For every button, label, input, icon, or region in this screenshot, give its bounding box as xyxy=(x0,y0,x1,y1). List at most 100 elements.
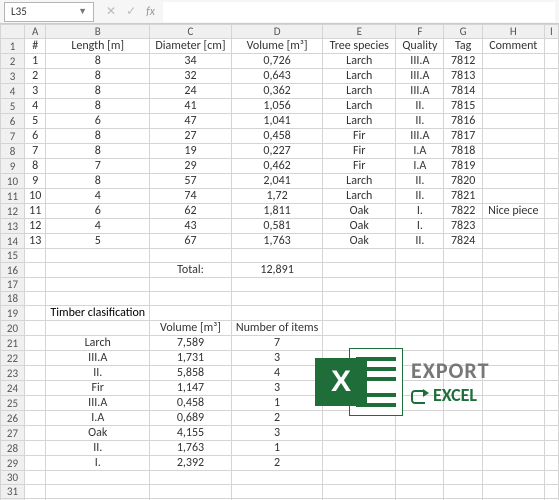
cell[interactable]: 47 xyxy=(150,114,232,129)
row-header[interactable]: 6 xyxy=(1,114,25,129)
cell[interactable] xyxy=(46,471,150,485)
row-header[interactable]: 5 xyxy=(1,99,25,114)
select-all-corner[interactable] xyxy=(1,25,25,39)
cell[interactable] xyxy=(444,471,482,485)
cell[interactable] xyxy=(323,426,396,441)
cell[interactable] xyxy=(150,249,232,263)
cell[interactable] xyxy=(396,306,444,321)
cell[interactable]: Oak xyxy=(323,219,396,234)
cell[interactable] xyxy=(25,485,46,499)
cell[interactable]: 5 xyxy=(25,114,46,129)
cell[interactable]: Timber clasification xyxy=(46,306,150,321)
cell[interactable]: Comment xyxy=(482,39,544,54)
cell[interactable]: 1,041 xyxy=(231,114,322,129)
cell[interactable]: 4,155 xyxy=(150,426,232,441)
cell[interactable] xyxy=(396,411,444,426)
cell[interactable] xyxy=(544,471,558,485)
cell[interactable]: 4 xyxy=(46,189,150,204)
cell[interactable] xyxy=(544,351,558,366)
cell[interactable]: 8 xyxy=(25,159,46,174)
cell[interactable] xyxy=(444,381,482,396)
cell[interactable]: Number of items xyxy=(231,321,322,336)
cell[interactable]: 5,858 xyxy=(150,366,232,381)
cell[interactable]: II. xyxy=(396,114,444,129)
cell[interactable] xyxy=(444,249,482,263)
cell[interactable] xyxy=(25,306,46,321)
cell[interactable] xyxy=(482,366,544,381)
cell[interactable]: Volume [m³] xyxy=(150,321,232,336)
cell[interactable]: # xyxy=(25,39,46,54)
cell[interactable]: 0,581 xyxy=(231,219,322,234)
cell[interactable] xyxy=(444,396,482,411)
cell[interactable]: 2 xyxy=(231,411,322,426)
cell[interactable] xyxy=(323,441,396,456)
cell[interactable] xyxy=(544,263,558,278)
cell[interactable]: 0,458 xyxy=(231,129,322,144)
cell[interactable]: 0,689 xyxy=(150,411,232,426)
cell[interactable]: 19 xyxy=(150,144,232,159)
cell[interactable]: 9 xyxy=(25,174,46,189)
row-header[interactable]: 29 xyxy=(1,456,25,471)
cell[interactable] xyxy=(444,336,482,351)
cell[interactable] xyxy=(231,485,322,499)
cell[interactable] xyxy=(46,292,150,306)
cell[interactable]: 0,462 xyxy=(231,159,322,174)
cell[interactable]: III.A xyxy=(46,351,150,366)
col-header[interactable]: A xyxy=(25,25,46,39)
cell[interactable]: 1,731 xyxy=(150,351,232,366)
row-header[interactable]: 23 xyxy=(1,366,25,381)
cell[interactable] xyxy=(544,204,558,219)
cell[interactable]: 3 xyxy=(231,351,322,366)
cell[interactable] xyxy=(323,396,396,411)
cell[interactable]: 8 xyxy=(46,84,150,99)
row-header[interactable]: 10 xyxy=(1,174,25,189)
cell[interactable] xyxy=(46,249,150,263)
cell[interactable]: Oak xyxy=(323,234,396,249)
cell[interactable] xyxy=(444,321,482,336)
cell[interactable]: 6 xyxy=(46,204,150,219)
col-header[interactable]: B xyxy=(46,25,150,39)
cell[interactable]: Fir xyxy=(46,381,150,396)
cell[interactable] xyxy=(482,263,544,278)
cell[interactable]: Larch xyxy=(323,114,396,129)
row-header[interactable]: 26 xyxy=(1,411,25,426)
cell[interactable]: III.A xyxy=(396,54,444,69)
cell[interactable]: 4 xyxy=(25,99,46,114)
cell[interactable] xyxy=(323,485,396,499)
cell[interactable] xyxy=(396,381,444,396)
cell[interactable]: 12,891 xyxy=(231,263,322,278)
cell[interactable] xyxy=(544,306,558,321)
cell[interactable]: Quality xyxy=(396,39,444,54)
cell[interactable] xyxy=(323,381,396,396)
cell[interactable] xyxy=(396,441,444,456)
cell[interactable] xyxy=(444,441,482,456)
cell[interactable]: 7812 xyxy=(444,54,482,69)
cell[interactable] xyxy=(482,84,544,99)
cell[interactable] xyxy=(323,306,396,321)
cell[interactable]: 29 xyxy=(150,159,232,174)
row-header[interactable]: 13 xyxy=(1,219,25,234)
cell[interactable]: I.A xyxy=(396,144,444,159)
row-header[interactable]: 8 xyxy=(1,144,25,159)
cell[interactable] xyxy=(25,292,46,306)
cell[interactable]: Larch xyxy=(323,99,396,114)
cell[interactable] xyxy=(544,456,558,471)
cell[interactable] xyxy=(396,336,444,351)
cell[interactable]: Nice piece xyxy=(482,204,544,219)
cell[interactable] xyxy=(150,292,232,306)
cell[interactable]: 8 xyxy=(46,174,150,189)
cell[interactable] xyxy=(544,114,558,129)
cell[interactable] xyxy=(231,471,322,485)
row-header[interactable]: 9 xyxy=(1,159,25,174)
cell[interactable] xyxy=(544,219,558,234)
cell[interactable] xyxy=(544,54,558,69)
cell[interactable]: III.A xyxy=(396,69,444,84)
cell[interactable] xyxy=(544,159,558,174)
cell[interactable]: III.A xyxy=(46,396,150,411)
cell[interactable] xyxy=(396,292,444,306)
cell[interactable] xyxy=(482,249,544,263)
cancel-icon[interactable]: ✕ xyxy=(106,4,116,19)
cell[interactable] xyxy=(544,278,558,292)
cell[interactable] xyxy=(150,471,232,485)
col-header[interactable]: E xyxy=(323,25,396,39)
